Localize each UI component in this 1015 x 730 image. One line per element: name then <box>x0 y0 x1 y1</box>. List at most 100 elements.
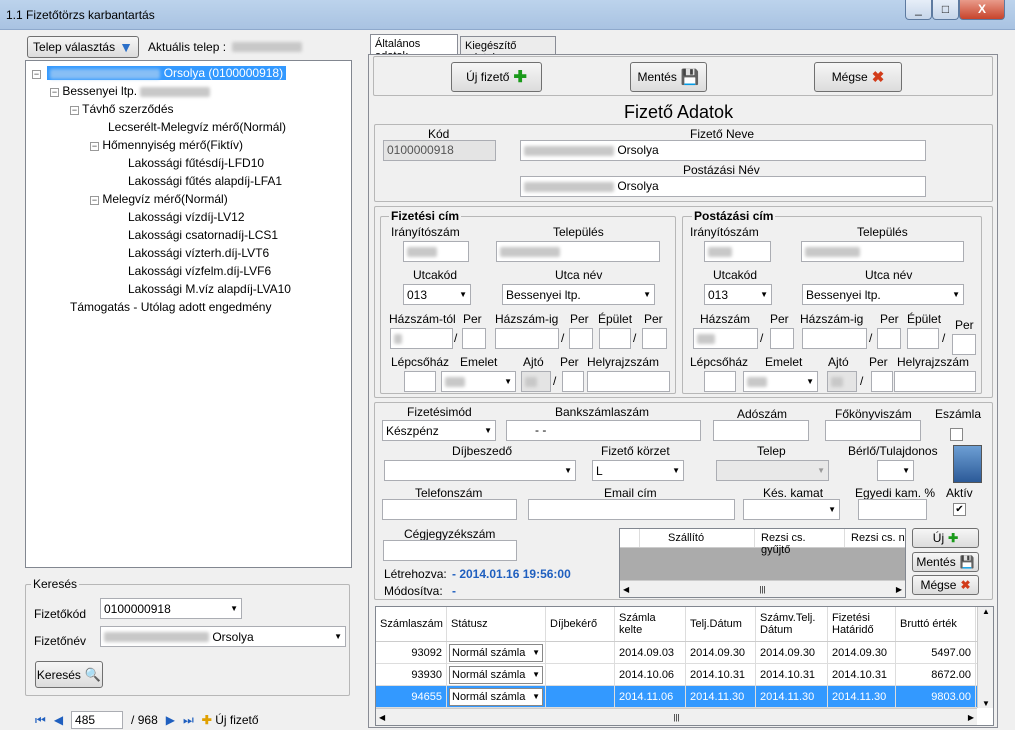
adoszam-input[interactable] <box>713 420 809 441</box>
cell-statusz[interactable]: Normál számla ▼ <box>447 686 546 707</box>
tree-node-tavho[interactable]: − Távhő szerződés <box>70 102 174 116</box>
ajto-input[interactable] <box>521 371 551 392</box>
telep-valasztas-button[interactable]: Telep választás ▼ <box>27 36 139 58</box>
per-input-4[interactable] <box>562 371 584 392</box>
per-input[interactable] <box>462 328 486 349</box>
post-per-input-4[interactable] <box>871 371 893 392</box>
post-hazszam-input[interactable] <box>693 328 758 349</box>
lepcsohaz-input[interactable] <box>404 371 436 392</box>
tree-node-lecserelt[interactable]: Lecserélt-Melegvíz mérő(Normál) <box>108 120 286 134</box>
notebook-icon[interactable] <box>953 445 982 483</box>
mentes-button[interactable]: Mentés 💾 <box>630 62 707 92</box>
sub-uj-button[interactable]: Új ✚ <box>912 528 979 548</box>
minimize-button[interactable]: _ <box>905 0 932 20</box>
post-ajto-input[interactable] <box>827 371 857 392</box>
maximize-button[interactable]: □ <box>932 0 959 20</box>
table-row[interactable]: 93930 Normál számla ▼ 2014.10.06 2014.10.… <box>376 664 993 686</box>
tree-node-lva10[interactable]: Lakossági M.víz alapdíj-LVA10 <box>128 282 291 296</box>
col-statusz: Státusz <box>447 607 546 641</box>
dijbeszedo-combo[interactable]: ▼ <box>384 460 576 481</box>
tree-node-lcs1[interactable]: Lakossági csatornadíj-LCS1 <box>128 228 278 242</box>
post-epulet-input[interactable] <box>907 328 939 349</box>
tree-node-bessenyei[interactable]: − Bessenyei ltp. <box>50 84 211 98</box>
kes-kamat-combo[interactable]: ▼ <box>743 499 840 520</box>
post-lepcsohaz-input[interactable] <box>704 371 736 392</box>
tree-node-lvt6[interactable]: Lakossági vízterh.díj-LVT6 <box>128 246 269 260</box>
telefonszam-input[interactable] <box>382 499 517 520</box>
cell-szamla-kelte: 2014.11.06 <box>615 686 686 707</box>
sub-mentes-button[interactable]: Mentés 💾 <box>912 552 979 572</box>
per-input-2[interactable] <box>569 328 593 349</box>
post-utcanev-combo[interactable]: Bessenyei ltp. ▼ <box>802 284 964 305</box>
emelet-combo[interactable]: ▼ <box>441 371 516 392</box>
table-row[interactable]: 93092 Normál számla ▼ 2014.09.03 2014.09.… <box>376 642 993 664</box>
tree-node-melegviz[interactable]: − Melegvíz mérő(Normál) <box>90 192 228 206</box>
tree-node-tamogatas[interactable]: Támogatás - Utólag adott engedmény <box>70 300 271 314</box>
tab-kiegeszito[interactable]: Kiegészítő adatok <box>460 36 556 64</box>
sub-megse-button[interactable]: Mégse ✖ <box>912 575 979 595</box>
kereses-button[interactable]: Keresés 🔍 <box>35 661 103 688</box>
new-record-button[interactable]: ✚ Új fizető <box>202 713 259 727</box>
egyedi-kamat-input[interactable] <box>858 499 927 520</box>
szallito-grid[interactable]: Szállító Rezsi cs. gyűjtő Rezsi cs. n ◀ |… <box>619 528 906 598</box>
tree-node-lvf6[interactable]: Lakossági vízfelm.díj-LVF6 <box>128 264 271 278</box>
szamla-grid[interactable]: Számlaszám Státusz Díjbekérő Számla kelt… <box>375 606 994 726</box>
first-record-icon[interactable]: ⏮ <box>35 713 46 728</box>
post-hazszam-ig-input[interactable] <box>802 328 867 349</box>
post-emelet-combo[interactable]: ▼ <box>743 371 818 392</box>
per-input-3[interactable] <box>642 328 667 349</box>
hazszam-ig-input[interactable] <box>495 328 559 349</box>
uj-fizeto-button[interactable]: Új fizető ✚ <box>451 62 542 92</box>
tree-node-lfa1[interactable]: Lakossági fűtés alapdíj-LFA1 <box>128 174 282 188</box>
prev-record-icon[interactable]: ◀ <box>54 713 63 727</box>
fizeto-neve-input[interactable]: Orsolya <box>520 140 926 161</box>
next-record-icon[interactable]: ▶ <box>166 713 175 727</box>
post-helyrajzszam-input[interactable] <box>894 371 976 392</box>
post-per-label: Per <box>770 312 789 326</box>
tree-node-lv12[interactable]: Lakossági vízdíj-LV12 <box>128 210 245 224</box>
postazasi-nev-input[interactable]: Orsolya <box>520 176 926 197</box>
fizetesimod-combo[interactable]: Készpénz ▼ <box>382 420 496 441</box>
email-input[interactable] <box>528 499 735 520</box>
tab-altalanos[interactable]: Általános adatok <box>370 34 458 62</box>
fizetonev-combo[interactable]: Orsolya ▼ <box>100 626 346 647</box>
cegjegyzekszam-input[interactable] <box>383 540 517 561</box>
szallito-hscrollbar[interactable]: ◀ ||| ▶ <box>620 580 905 597</box>
cell-statusz[interactable]: Normál számla ▼ <box>447 664 546 685</box>
epulet-input[interactable] <box>599 328 631 349</box>
fizetokod-combo[interactable]: 0100000918 ▼ <box>100 598 242 619</box>
aktiv-checkbox[interactable]: ✔ <box>953 503 966 516</box>
post-per-input[interactable] <box>770 328 794 349</box>
last-record-icon[interactable]: ⏭ <box>183 713 194 728</box>
bankszamla-input[interactable]: - - <box>506 420 701 441</box>
table-row-selected[interactable]: 94655 Normál számla ▼ 2014.11.06 2014.11.… <box>376 686 993 708</box>
kod-input[interactable]: 0100000918 <box>383 140 496 161</box>
tree-root[interactable]: − Orsolya (0100000918) <box>32 66 287 80</box>
post-per-input-3[interactable] <box>952 334 976 355</box>
hazszam-tol-input[interactable] <box>390 328 453 349</box>
post-iranyitoszam-input[interactable] <box>704 241 771 262</box>
utcakod-combo[interactable]: 013 ▼ <box>403 284 471 305</box>
tree-node-lfd10[interactable]: Lakossági fűtésdíj-LFD10 <box>128 156 264 170</box>
iranyitoszam-input[interactable] <box>403 241 469 262</box>
tree-node-homennyiseg[interactable]: − Hőmennyiség mérő(Fiktív) <box>90 138 243 152</box>
post-per-input-2[interactable] <box>877 328 901 349</box>
helyrajzszam-input[interactable] <box>587 371 670 392</box>
record-position-input[interactable]: 485 <box>71 711 124 729</box>
eszamla-checkbox[interactable] <box>950 428 963 441</box>
fizeto-korzet-combo[interactable]: L ▼ <box>592 460 684 481</box>
post-telepules-input[interactable] <box>801 241 964 262</box>
szamla-hscrollbar[interactable]: ◀ ||| ▶ <box>376 708 977 725</box>
utcanev-combo[interactable]: Bessenyei ltp. ▼ <box>502 284 655 305</box>
fizeto-tree[interactable]: − Orsolya (0100000918) − Bessenyei ltp. … <box>25 60 352 568</box>
berlo-tulajdonos-combo[interactable]: ▼ <box>877 460 914 481</box>
telep-combo[interactable]: ▼ <box>716 460 829 481</box>
fizetokod-label: Fizetőkód <box>34 607 87 621</box>
fokonyviszam-input[interactable] <box>825 420 921 441</box>
close-button[interactable]: X <box>959 0 1005 20</box>
cell-statusz[interactable]: Normál számla ▼ <box>447 642 546 663</box>
megse-button[interactable]: Mégse ✖ <box>814 62 902 92</box>
telepules-input[interactable] <box>496 241 660 262</box>
post-utcakod-combo[interactable]: 013 ▼ <box>704 284 772 305</box>
szamla-vscrollbar[interactable]: ▲ ▼ <box>977 607 993 708</box>
